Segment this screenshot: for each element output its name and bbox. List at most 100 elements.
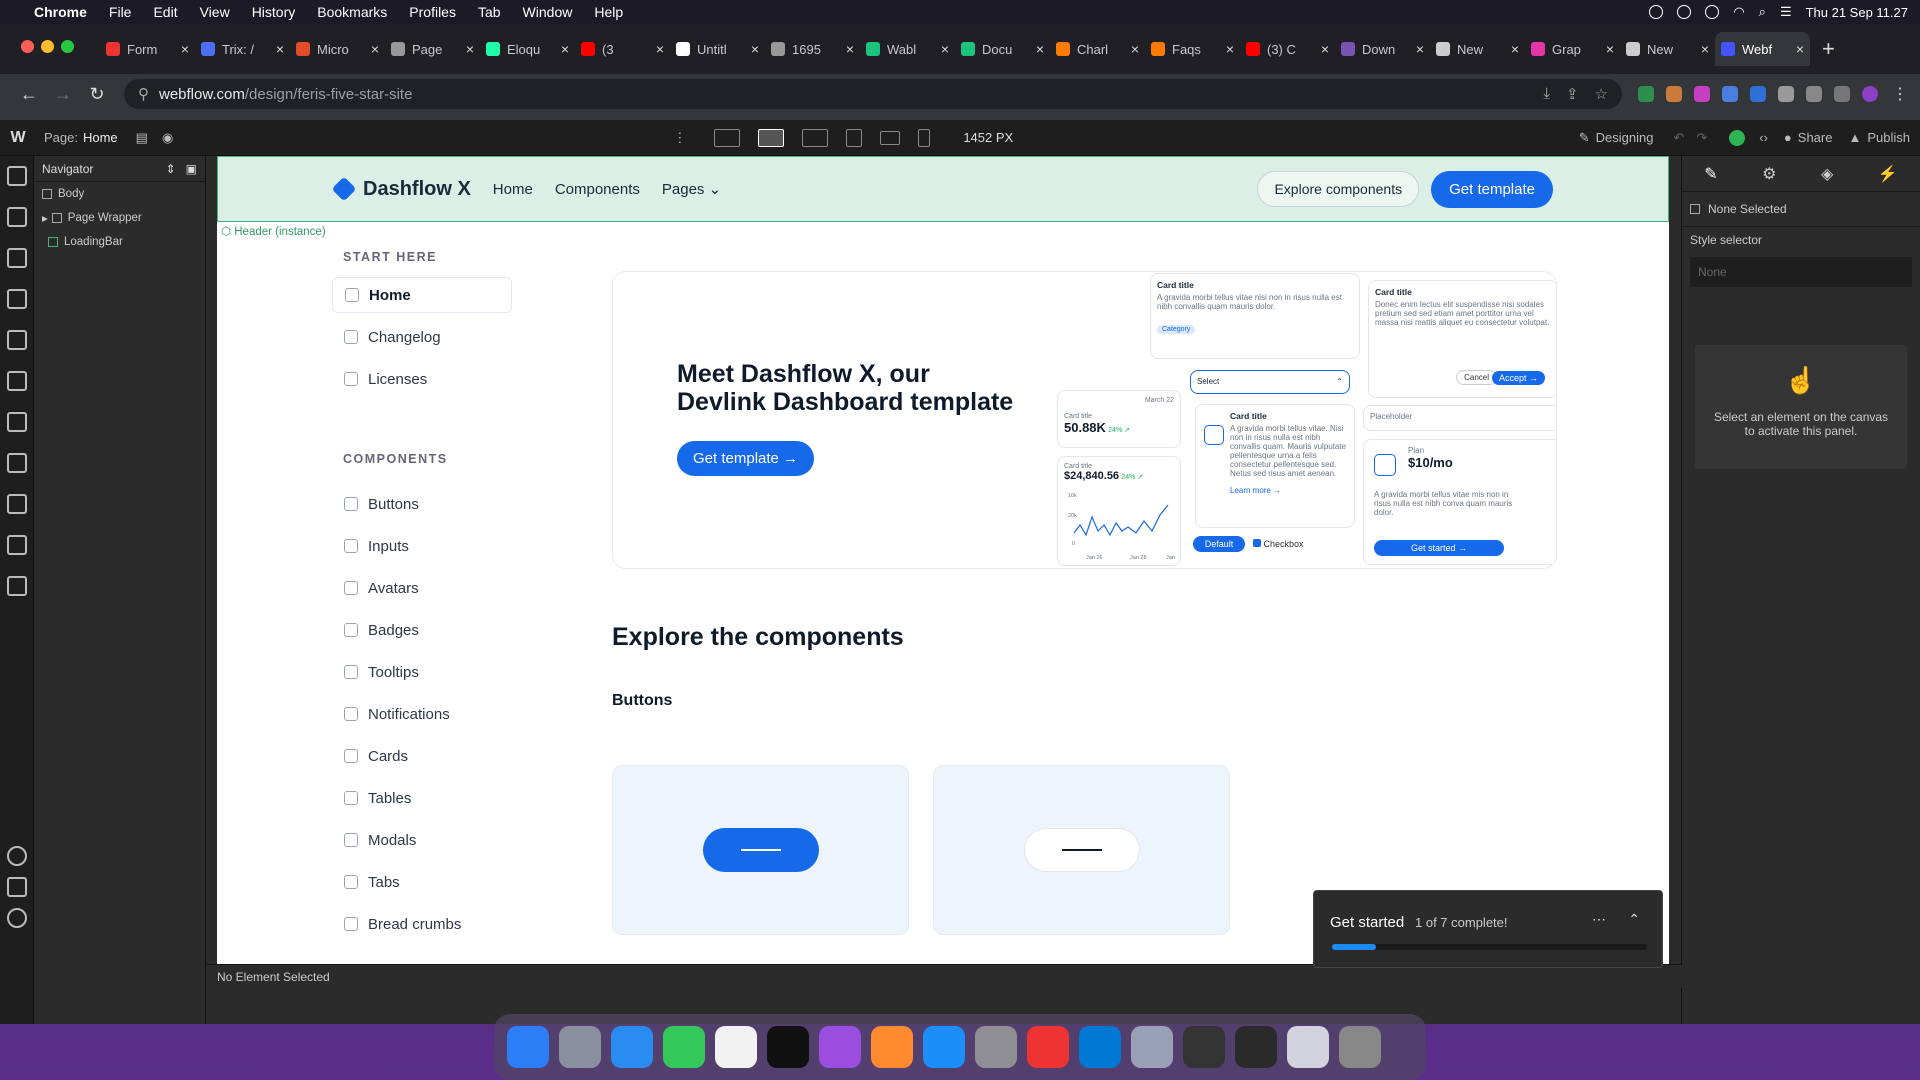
close-tab-icon[interactable]: × (1606, 41, 1614, 57)
browser-tab[interactable]: Webf × (1715, 32, 1810, 66)
dock-app-icon[interactable] (715, 1026, 757, 1068)
browser-tab[interactable]: Docu × (955, 32, 1050, 66)
preview-icon[interactable]: ◉ (162, 130, 173, 146)
headphones-icon[interactable] (1649, 5, 1664, 19)
extension-icon[interactable] (1666, 86, 1682, 102)
menu-app-name[interactable]: Chrome (34, 4, 87, 20)
menu-view[interactable]: View (200, 4, 230, 20)
close-tab-icon[interactable]: × (941, 41, 949, 57)
dock-app-icon[interactable] (611, 1026, 653, 1068)
menu-window[interactable]: Window (523, 4, 573, 20)
component-card-secondary-button[interactable] (933, 765, 1230, 935)
close-tab-icon[interactable]: × (1321, 41, 1329, 57)
media-icon[interactable] (1806, 86, 1822, 102)
nav-components[interactable]: Components (555, 181, 640, 198)
help-icon[interactable] (6, 846, 27, 866)
browser-tab[interactable]: Charl × (1050, 32, 1145, 66)
reload-icon[interactable]: ↻ (80, 84, 114, 105)
tasks-icon[interactable] (6, 877, 27, 897)
page-name[interactable]: Home (83, 130, 118, 145)
menu-tab[interactable]: Tab (478, 4, 501, 20)
dock-app-icon[interactable] (1339, 1026, 1381, 1068)
tree-item-loadingbar[interactable]: LoadingBar (34, 230, 205, 254)
sidebar-item-buttons[interactable]: Buttons (332, 486, 512, 522)
interactions-icon[interactable]: ⚡ (1878, 164, 1898, 184)
close-tab-icon[interactable]: × (751, 41, 759, 57)
window-close-button[interactable] (21, 40, 34, 53)
dock-app-icon[interactable] (767, 1026, 809, 1068)
webflow-logo[interactable]: W (0, 129, 36, 147)
forward-icon[interactable]: → (46, 84, 80, 105)
browser-tab[interactable]: New × (1430, 32, 1525, 66)
checkbox-icon[interactable] (1690, 204, 1700, 214)
breakpoint-desktop-icon[interactable] (758, 128, 785, 147)
pages-icon[interactable] (6, 289, 27, 309)
dock-app-icon[interactable] (1183, 1026, 1225, 1068)
dock-app-icon[interactable] (1287, 1026, 1329, 1068)
designer-canvas[interactable]: Dashflow X Home Components Pages ⌄ Explo… (217, 156, 1669, 964)
dock-app-icon[interactable] (871, 1026, 913, 1068)
extension-icon[interactable] (1722, 86, 1738, 102)
breakpoint-base-icon[interactable] (802, 128, 829, 147)
sidebar-item-avatars[interactable]: Avatars (332, 570, 512, 606)
dock-app-icon[interactable] (1131, 1026, 1173, 1068)
address-bar[interactable]: ⚲ webflow.com/design/feris-five-star-sit… (124, 79, 1622, 109)
dock-app-icon[interactable] (975, 1026, 1017, 1068)
sidebar-item-notifications[interactable]: Notifications (332, 696, 512, 732)
menu-edit[interactable]: Edit (153, 4, 177, 20)
browser-tab[interactable]: Form × (100, 32, 195, 66)
close-tab-icon[interactable]: × (1511, 41, 1519, 57)
extension-icon[interactable] (1638, 86, 1654, 102)
explore-components-button[interactable]: Explore components (1257, 171, 1420, 207)
undo-icon[interactable]: ↶ (1673, 130, 1684, 146)
breakpoint-landscape-icon[interactable] (880, 130, 901, 145)
dock-app-icon[interactable] (1079, 1026, 1121, 1068)
chrome-menu-icon[interactable]: ⋮ (1892, 84, 1908, 104)
brand-logo[interactable]: Dashflow X (331, 176, 471, 202)
dock-app-icon[interactable] (819, 1026, 861, 1068)
menu-history[interactable]: History (252, 4, 296, 20)
extension-icon[interactable] (1750, 86, 1766, 102)
close-tab-icon[interactable]: × (276, 41, 284, 57)
dock-app-icon[interactable] (507, 1026, 549, 1068)
close-tab-icon[interactable]: × (561, 41, 569, 57)
share-icon[interactable]: ⇪ (1566, 85, 1579, 103)
component-card-primary-button[interactable] (612, 765, 909, 935)
menu-profiles[interactable]: Profiles (409, 4, 456, 20)
style-selector-input[interactable]: None (1690, 257, 1912, 287)
sidebar-item-badges[interactable]: Badges (332, 612, 512, 648)
sidebar-item-changelog[interactable]: Changelog (332, 319, 512, 355)
side-panel-icon[interactable] (1834, 86, 1850, 102)
status-check-icon[interactable] (1729, 129, 1746, 146)
close-tab-icon[interactable]: × (846, 41, 854, 57)
sidebar-item-tabs[interactable]: Tabs (332, 864, 512, 900)
close-tab-icon[interactable]: × (466, 41, 474, 57)
new-tab-icon[interactable]: + (1822, 36, 1835, 62)
clock-text[interactable]: Thu 21 Sep 11.27 (1806, 5, 1908, 20)
users-icon[interactable] (6, 412, 27, 432)
nav-pages[interactable]: Pages ⌄ (662, 180, 721, 198)
browser-tab[interactable]: Micro × (290, 32, 385, 66)
browser-tab[interactable]: 1695 × (765, 32, 860, 66)
ecommerce-icon[interactable] (6, 453, 27, 473)
close-tab-icon[interactable]: × (181, 41, 189, 57)
close-tab-icon[interactable]: × (1796, 41, 1804, 57)
tree-item-page-wrapper[interactable]: ▸ Page Wrapper (34, 206, 205, 230)
browser-tab[interactable]: Untitl × (670, 32, 765, 66)
menu-bookmarks[interactable]: Bookmarks (317, 4, 387, 20)
dock-icon[interactable]: ▣ (186, 162, 197, 176)
play-icon[interactable] (1705, 5, 1720, 19)
sidebar-item-tables[interactable]: Tables (332, 780, 512, 816)
comments-icon[interactable]: ▤ (136, 130, 148, 146)
dock-app-icon[interactable] (1027, 1026, 1069, 1068)
sidebar-item-inputs[interactable]: Inputs (332, 528, 512, 564)
menu-help[interactable]: Help (594, 4, 623, 20)
assets-icon[interactable] (6, 494, 27, 514)
install-icon[interactable]: ⤓ (1543, 85, 1550, 103)
browser-tab[interactable]: New × (1620, 32, 1715, 66)
wifi-icon[interactable]: ◠ (1733, 4, 1744, 20)
more-options-icon[interactable]: ⋯ (1592, 911, 1606, 928)
control-center-icon[interactable]: ☰ (1780, 4, 1792, 20)
menu-file[interactable]: File (109, 4, 132, 20)
components-icon[interactable] (6, 207, 27, 227)
